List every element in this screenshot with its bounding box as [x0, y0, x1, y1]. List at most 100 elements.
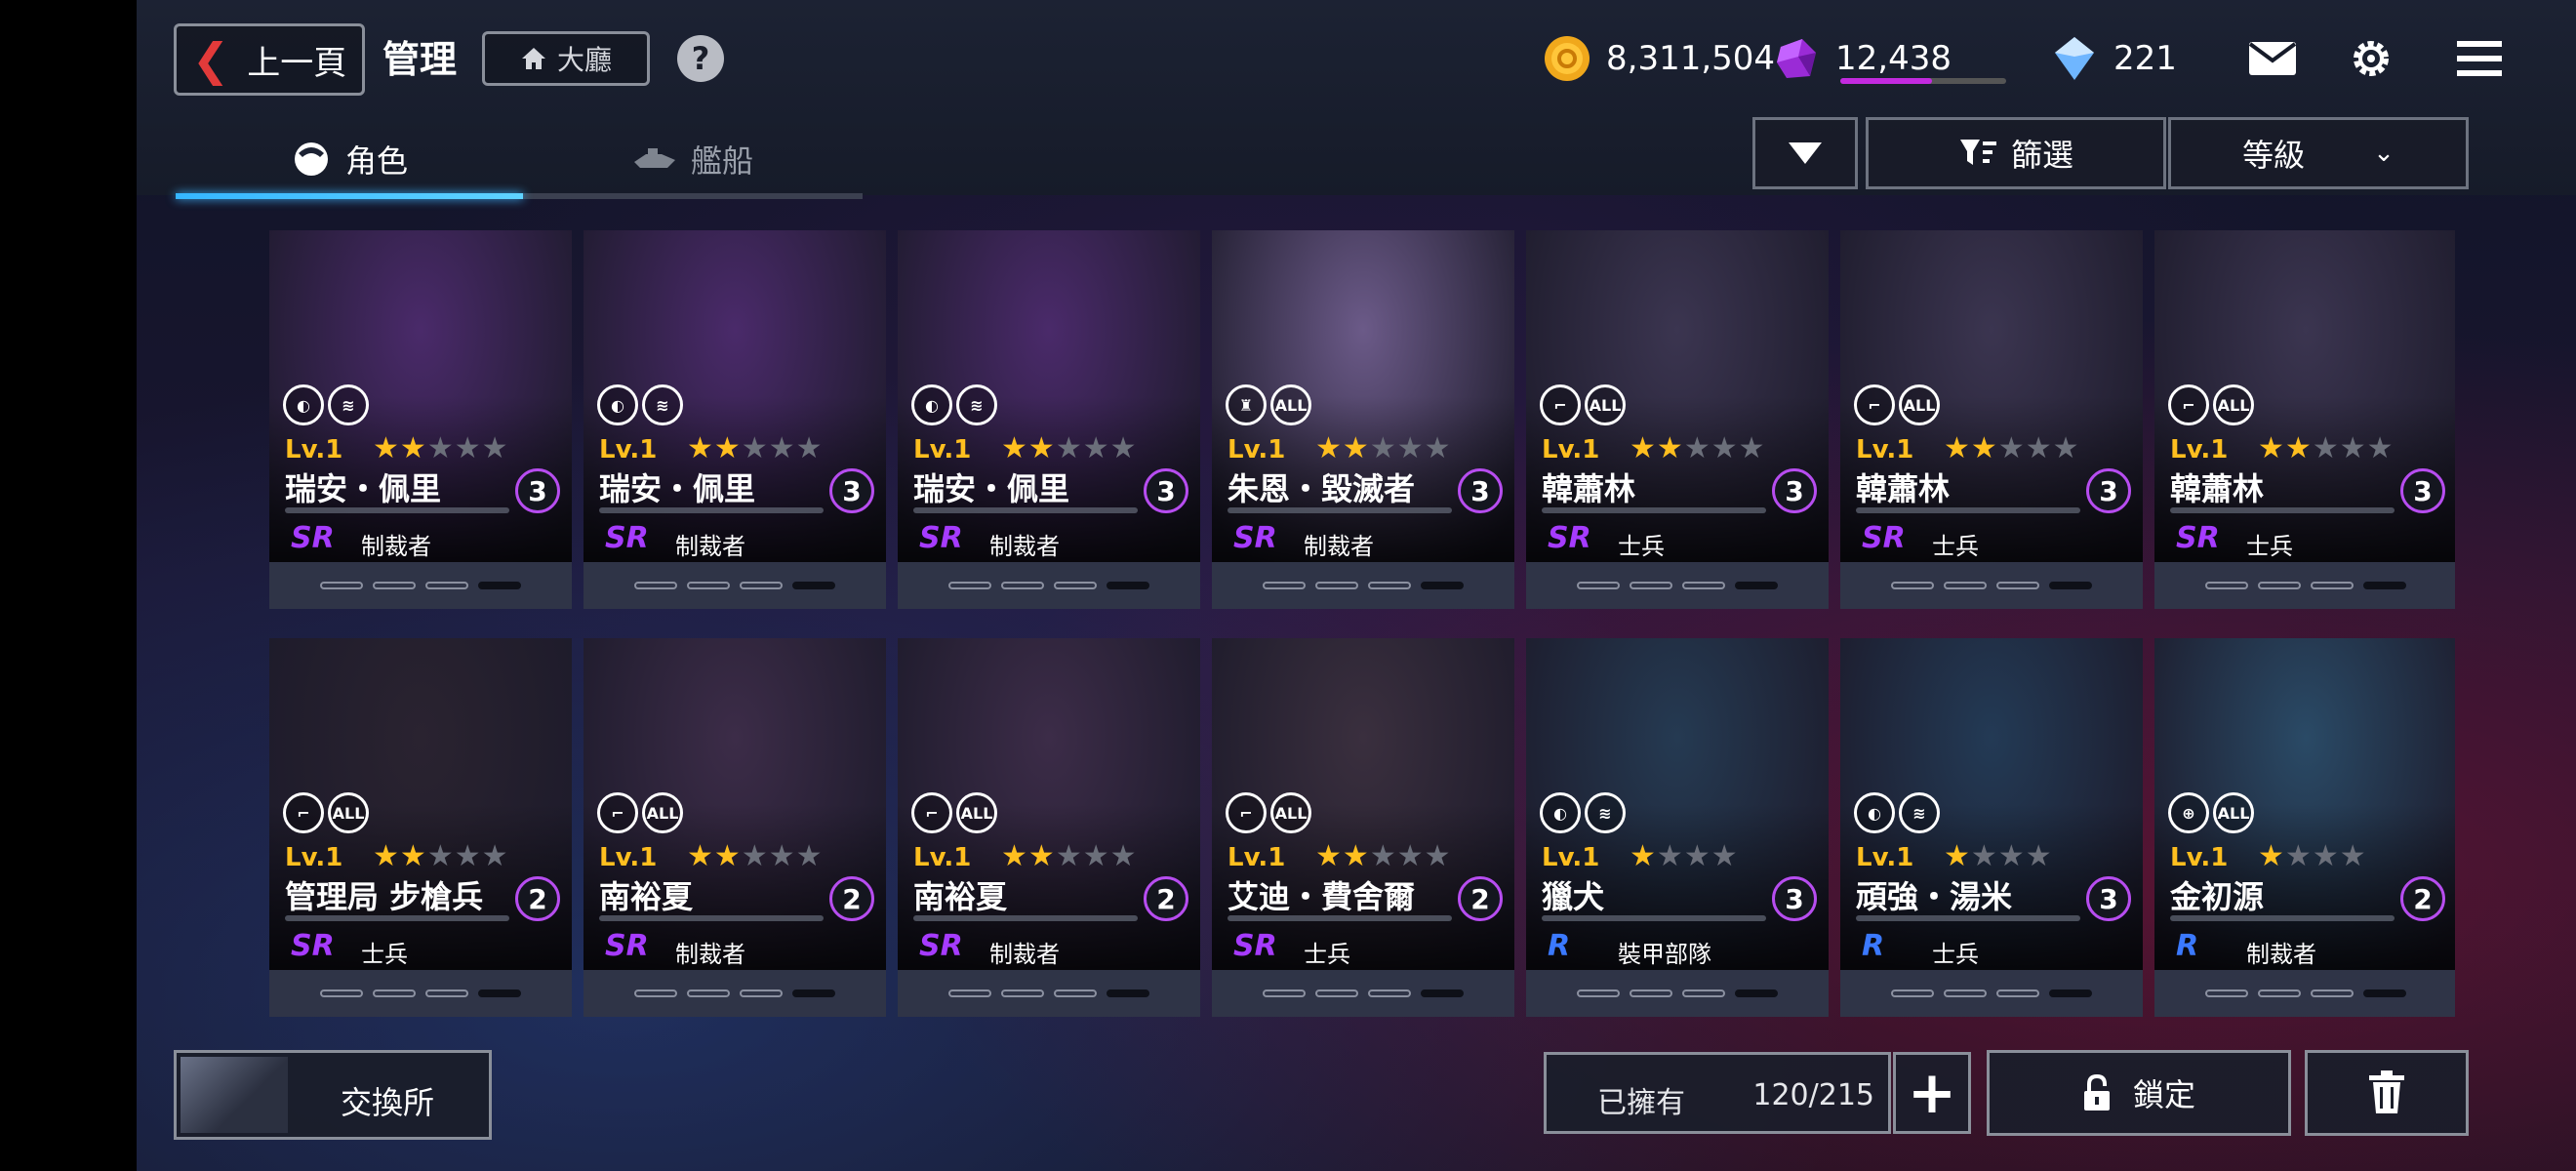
character-card[interactable]: ⌐ ALL Lv.1 ★★★★★ 韓蕭林 3 SR 士兵 — [1526, 230, 1829, 609]
delete-button[interactable] — [2305, 1050, 2469, 1136]
gear-icon[interactable] — [2348, 35, 2395, 82]
character-card[interactable]: ◐ ≋ Lv.1 ★★★★★ 瑞安・佩里 3 SR 制裁者 — [898, 230, 1200, 609]
rarity-label: SR — [2176, 521, 2220, 555]
slot-indicator — [1630, 989, 1672, 997]
character-name: 瑞安・佩里 — [913, 470, 1070, 507]
role-icons: ◐ ≋ — [597, 384, 683, 425]
star-icon: ★ — [2339, 839, 2367, 873]
rarity-label: R — [1862, 929, 1885, 963]
star-icon: ★ — [1970, 839, 1998, 873]
star-icon: ★ — [1997, 431, 2026, 465]
slot-indicator — [634, 582, 677, 589]
character-name: 頑強・湯米 — [1856, 878, 2013, 915]
role-icons: ♜ ALL — [1226, 384, 1311, 425]
slot-indicator — [1996, 989, 2039, 997]
character-name: 韓蕭林 — [1856, 470, 1951, 507]
slot-indicator — [1315, 989, 1358, 997]
expand-capacity-button[interactable]: + — [1893, 1052, 1971, 1134]
lock-label: 鎖定 — [2132, 1076, 2195, 1113]
equip-slots — [898, 970, 1200, 1017]
star-icon: ★ — [1683, 839, 1711, 873]
help-button[interactable]: ? — [677, 35, 724, 82]
character-card[interactable]: ◐ ≋ Lv.1 ★★★★ 獵犬 3 R 裝甲部隊 — [1526, 638, 1829, 1017]
all-icon: ALL — [1585, 384, 1626, 425]
star-icon: ★ — [741, 839, 769, 873]
character-card[interactable]: ⌐ ALL Lv.1 ★★★★★ 南裕夏 2 SR 制裁者 — [898, 638, 1200, 1017]
exp-bar — [2170, 507, 2395, 513]
shield-icon: ◐ — [283, 384, 324, 425]
all-icon: ALL — [642, 792, 683, 833]
slot-indicator — [792, 582, 835, 589]
rarity-label: SR — [291, 929, 335, 963]
role-icons: ◐ ≋ — [1540, 792, 1626, 833]
hamburger-menu-icon[interactable] — [2457, 41, 2502, 76]
star-icon: ★ — [687, 839, 714, 873]
level-label: Lv.1 — [913, 435, 972, 464]
rank-badge: 3 — [1144, 468, 1188, 513]
character-card[interactable]: ⌐ ALL Lv.1 ★★★★★ 南裕夏 2 SR 制裁者 — [584, 638, 886, 1017]
character-name: 艾迪・費舍爾 — [1228, 878, 1416, 915]
rank-badge: 2 — [829, 876, 874, 921]
all-icon: ALL — [2213, 792, 2254, 833]
sort-select[interactable]: 等級 ⌄ — [2168, 117, 2469, 189]
class-label: 制裁者 — [989, 941, 1060, 968]
sort-label: 等級 — [2242, 137, 2306, 174]
slot-indicator — [1682, 582, 1725, 589]
diamond-amount: 221 — [2113, 39, 2177, 78]
rank-badge: 3 — [829, 468, 874, 513]
class-label: 制裁者 — [1304, 533, 1374, 560]
star-icon: ★ — [1396, 431, 1425, 465]
star-icon: ★ — [1683, 431, 1711, 465]
sort-direction-button[interactable] — [1752, 117, 1858, 189]
level-label: Lv.1 — [285, 435, 343, 464]
level-label: Lv.1 — [913, 843, 972, 872]
exchange-button[interactable]: 交換所 — [174, 1050, 492, 1140]
character-name: 獵犬 — [1542, 878, 1605, 915]
tab-ships-label: 艦船 — [690, 142, 753, 180]
home-button[interactable]: 大廳 — [482, 31, 650, 86]
character-card[interactable]: ◐ ≋ Lv.1 ★★★★ 頑強・湯米 3 R 士兵 — [1840, 638, 2143, 1017]
character-card[interactable]: ⌐ ALL Lv.1 ★★★★★ 韓蕭林 3 SR 士兵 — [1840, 230, 2143, 609]
exp-bar — [285, 507, 509, 513]
star-icon: ★ — [2366, 431, 2395, 465]
star-rating: ★★★★ — [2258, 839, 2367, 873]
character-card[interactable]: ⊕ ALL Lv.1 ★★★★ 金初源 2 R 制裁者 — [2154, 638, 2455, 1017]
equip-slots — [1840, 970, 2143, 1017]
exp-bar — [1856, 915, 2080, 921]
triangle-down-icon — [1789, 142, 1822, 164]
character-card[interactable]: ◐ ≋ Lv.1 ★★★★★ 瑞安・佩里 3 SR 制裁者 — [584, 230, 886, 609]
tab-characters[interactable]: 角色 — [176, 125, 523, 193]
character-card[interactable]: ⌐ ALL Lv.1 ★★★★★ 艾迪・費舍爾 2 SR 士兵 — [1212, 638, 1514, 1017]
star-rating: ★★★★ — [1630, 839, 1739, 873]
character-card[interactable]: ♜ ALL Lv.1 ★★★★★ 朱恩・毀滅者 3 SR 制裁者 — [1212, 230, 1514, 609]
class-label: 士兵 — [361, 941, 408, 968]
rarity-label: SR — [1233, 929, 1277, 963]
filter-button[interactable]: 篩選 — [1866, 117, 2166, 189]
gem-progress-bar — [1840, 78, 2006, 84]
character-head-icon — [294, 142, 328, 176]
back-chevron-icon: ❮ — [191, 33, 230, 86]
class-label: 士兵 — [1932, 533, 1979, 560]
gauge-icon: ≋ — [642, 384, 683, 425]
back-button[interactable]: ❮ 上一頁 — [174, 23, 365, 96]
lock-button[interactable]: 鎖定 — [1987, 1050, 2291, 1136]
slot-indicator — [1891, 582, 1934, 589]
slot-indicator — [687, 989, 730, 997]
character-card[interactable]: ⌐ ALL Lv.1 ★★★★★ 韓蕭林 3 SR 士兵 — [2154, 230, 2455, 609]
rank-badge: 2 — [1458, 876, 1503, 921]
character-card[interactable]: ⌐ ALL Lv.1 ★★★★★ 管理局 步槍兵 2 SR 士兵 — [269, 638, 572, 1017]
exchange-label: 交換所 — [341, 1084, 435, 1121]
star-icon: ★ — [1711, 839, 1739, 873]
tab-ships[interactable]: 艦船 — [523, 125, 863, 193]
star-icon: ★ — [426, 839, 455, 873]
role-icons: ⌐ ALL — [1226, 792, 1311, 833]
shield-icon: ◐ — [911, 384, 952, 425]
rarity-label: SR — [291, 521, 335, 555]
star-rating: ★★★★★ — [1944, 431, 2080, 465]
star-icon: ★ — [481, 431, 509, 465]
character-card[interactable]: ◐ ≋ Lv.1 ★★★★★ 瑞安・佩里 3 SR 制裁者 — [269, 230, 572, 609]
mail-icon[interactable] — [2248, 41, 2297, 76]
slot-indicator — [2049, 989, 2092, 997]
star-icon: ★ — [399, 431, 427, 465]
star-icon: ★ — [2312, 431, 2340, 465]
